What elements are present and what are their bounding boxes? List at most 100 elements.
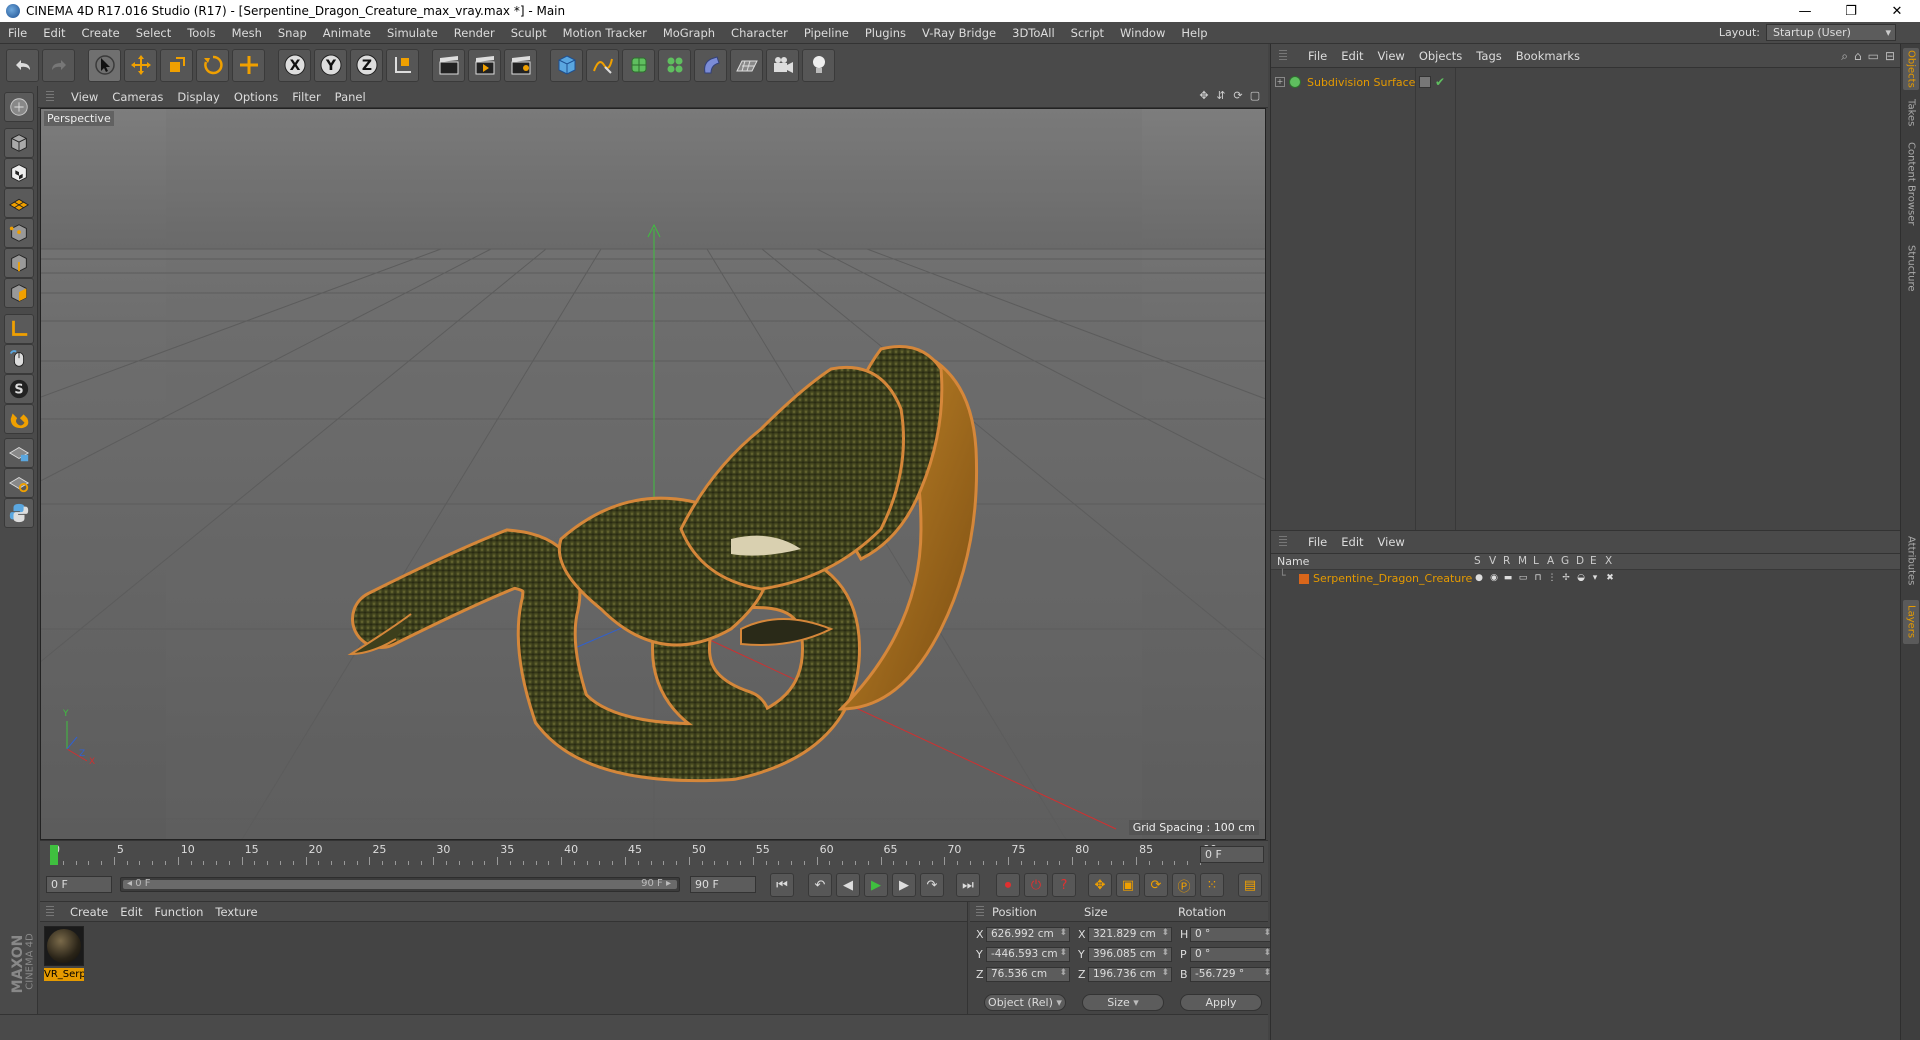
tab-takes[interactable]: Takes xyxy=(1903,96,1919,130)
tab-layers[interactable]: Layers xyxy=(1903,600,1919,644)
next-frame-button[interactable]: ▶ xyxy=(892,873,916,897)
current-frame-field[interactable]: 0 F xyxy=(1200,846,1264,863)
rotation-h-field[interactable]: 0 ° xyxy=(1190,926,1274,942)
size-z-field[interactable]: 196.736 cm xyxy=(1088,966,1172,982)
polygons-mode-button[interactable] xyxy=(4,278,34,308)
layer-name[interactable]: Serpentine_Dragon_Creature xyxy=(1313,572,1472,585)
key-rotation-button[interactable]: ⟳ xyxy=(1144,873,1168,897)
axis-mode-button[interactable] xyxy=(4,314,34,344)
menu-create[interactable]: Create xyxy=(74,22,128,44)
object-menu-edit[interactable]: Edit xyxy=(1334,49,1370,63)
layer-color-swatch[interactable] xyxy=(1299,574,1309,584)
tab-attributes[interactable]: Attributes xyxy=(1903,530,1919,592)
render-picture-viewer-button[interactable] xyxy=(468,48,501,82)
edit-tag-icon[interactable] xyxy=(1419,76,1431,88)
next-key-button[interactable]: ↷ xyxy=(920,873,944,897)
size-x-field[interactable]: 321.829 cm xyxy=(1088,926,1172,942)
perspective-viewport[interactable]: Perspective Grid Spacing : 100 cm Y X Z xyxy=(40,108,1266,840)
go-to-start-button[interactable]: ⏮ xyxy=(770,873,794,897)
timeline-ruler[interactable]: 051015202530354045505560657075808590 0 F xyxy=(40,840,1268,868)
panel-grip[interactable] xyxy=(1279,536,1287,548)
menu-file[interactable]: File xyxy=(0,22,35,44)
preview-range-slider[interactable]: ◂ 0 F 90 F ▸ xyxy=(120,877,680,892)
material-menu-function[interactable]: Function xyxy=(149,905,210,919)
previous-key-button[interactable]: ↶ xyxy=(808,873,832,897)
move-tool-button[interactable] xyxy=(124,48,157,82)
points-mode-button[interactable] xyxy=(4,218,34,248)
menu-select[interactable]: Select xyxy=(128,22,179,44)
add-deformer-button[interactable] xyxy=(694,48,727,82)
start-frame-field[interactable]: 0 F xyxy=(46,876,112,893)
maximize-button[interactable]: ❐ xyxy=(1828,0,1874,22)
render-view-button[interactable] xyxy=(432,48,465,82)
live-selection-button[interactable] xyxy=(88,48,121,82)
layer-menu-file[interactable]: File xyxy=(1301,535,1334,549)
position-z-field[interactable]: 76.536 cm xyxy=(986,966,1070,982)
object-menu-tags[interactable]: Tags xyxy=(1469,49,1508,63)
range-bar[interactable] xyxy=(123,880,677,889)
object-menu-file[interactable]: File xyxy=(1301,49,1334,63)
record-keys-button[interactable]: ⏺ xyxy=(996,873,1020,897)
menu-script[interactable]: Script xyxy=(1063,22,1112,44)
locked-workplane-button[interactable] xyxy=(4,438,34,468)
python-button[interactable] xyxy=(4,498,34,528)
key-parameter-button[interactable]: Ⓟ xyxy=(1172,873,1196,897)
menu-plugins[interactable]: Plugins xyxy=(857,22,914,44)
add-camera-button[interactable] xyxy=(766,48,799,82)
menu-sculpt[interactable]: Sculpt xyxy=(503,22,555,44)
key-position-button[interactable]: ✥ xyxy=(1088,873,1112,897)
magnet-button[interactable] xyxy=(4,404,34,434)
end-frame-field[interactable]: 90 F xyxy=(690,876,756,893)
autokey-button[interactable]: ⏻ xyxy=(1024,873,1048,897)
menu-3dtoall[interactable]: 3DToAll xyxy=(1004,22,1063,44)
material-menu-edit[interactable]: Edit xyxy=(114,905,148,919)
menu-vray-bridge[interactable]: V-Ray Bridge xyxy=(914,22,1004,44)
play-forward-button[interactable]: ▶ xyxy=(864,873,888,897)
visible-eye-icon[interactable]: ◉ xyxy=(1489,573,1499,583)
expression-icon[interactable]: ▾ xyxy=(1590,573,1600,583)
coordinate-system-button[interactable] xyxy=(386,48,419,82)
viewport-menu-view[interactable]: View xyxy=(64,90,105,104)
panel-grip[interactable] xyxy=(46,905,54,918)
object-row[interactable]: + Subdivision Surface ✔ xyxy=(1271,74,1901,90)
viewport-menu-options[interactable]: Options xyxy=(227,90,285,104)
xref-icon[interactable]: ✖ xyxy=(1605,573,1615,583)
object-menu-objects[interactable]: Objects xyxy=(1412,49,1469,63)
material-swatch[interactable]: VR_Serp xyxy=(44,926,84,984)
go-to-end-button[interactable]: ⏭ xyxy=(956,873,980,897)
object-list[interactable]: + Subdivision Surface ✔ xyxy=(1271,68,1901,530)
viewport-menu-filter[interactable]: Filter xyxy=(285,90,327,104)
material-preview[interactable] xyxy=(44,926,84,966)
menu-mograph[interactable]: MoGraph xyxy=(655,22,723,44)
new-view-icon[interactable]: ▭ xyxy=(1868,49,1879,64)
tweak-mode-button[interactable] xyxy=(4,344,34,374)
viewport-camera-label[interactable]: Perspective xyxy=(44,111,114,126)
add-generator-button[interactable] xyxy=(622,48,655,82)
y-axis-lock-button[interactable]: Y xyxy=(314,48,347,82)
size-mode-dropdown[interactable]: Size xyxy=(1082,994,1164,1011)
maximize-view-icon[interactable]: ▢ xyxy=(1248,89,1262,103)
menu-tools[interactable]: Tools xyxy=(179,22,223,44)
panel-grip[interactable] xyxy=(46,90,54,103)
edges-mode-button[interactable] xyxy=(4,248,34,278)
rotation-p-field[interactable]: 0 ° xyxy=(1190,946,1274,962)
pan-view-icon[interactable]: ✥ xyxy=(1197,89,1211,103)
redo-button[interactable] xyxy=(42,48,75,82)
menu-help[interactable]: Help xyxy=(1173,22,1215,44)
coordinate-mode-dropdown[interactable]: Object (Rel) xyxy=(984,994,1066,1011)
menu-window[interactable]: Window xyxy=(1112,22,1173,44)
panel-grip[interactable] xyxy=(1279,49,1287,62)
z-axis-lock-button[interactable]: Z xyxy=(350,48,383,82)
tab-content-browser[interactable]: Content Browser xyxy=(1903,136,1919,232)
material-menu-create[interactable]: Create xyxy=(64,905,114,919)
enabled-check-icon[interactable]: ✔ xyxy=(1435,75,1445,89)
menu-motion-tracker[interactable]: Motion Tracker xyxy=(555,22,655,44)
render-clapper-icon[interactable]: ▬ xyxy=(1503,573,1513,583)
scale-tool-button[interactable] xyxy=(160,48,193,82)
rotate-tool-button[interactable] xyxy=(196,48,229,82)
deformer-icon[interactable]: ◒ xyxy=(1576,573,1586,583)
recent-tool-button[interactable] xyxy=(232,48,265,82)
add-environment-button[interactable] xyxy=(730,48,763,82)
object-menu-bookmarks[interactable]: Bookmarks xyxy=(1509,49,1587,63)
minimize-button[interactable]: — xyxy=(1782,0,1828,22)
